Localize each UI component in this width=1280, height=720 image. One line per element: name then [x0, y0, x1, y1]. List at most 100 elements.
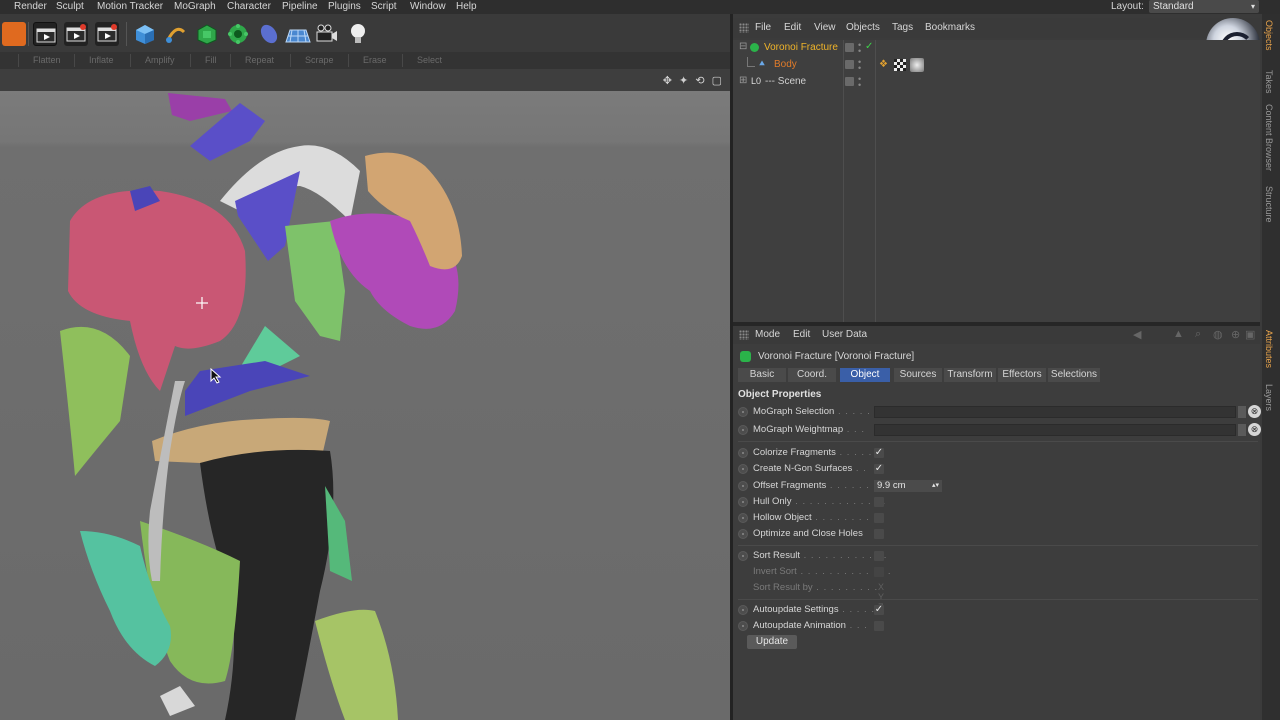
animate-radio-icon[interactable]	[738, 529, 748, 539]
render-picture-viewer-icon[interactable]	[64, 22, 88, 46]
update-button[interactable]: Update	[747, 635, 797, 649]
layer-icon[interactable]	[845, 77, 854, 86]
tab-object[interactable]: Object	[840, 368, 890, 382]
colorize-fragments-checkbox[interactable]: ✓	[874, 448, 884, 458]
animate-radio-icon[interactable]	[738, 464, 748, 474]
object-name[interactable]: Voronoi Fracture	[764, 42, 838, 53]
tab-selections[interactable]: Selections	[1048, 368, 1100, 382]
link-arrow-button[interactable]	[1238, 424, 1246, 436]
collapse-icon[interactable]: ⊟	[739, 41, 747, 52]
deformer-icon[interactable]	[257, 22, 281, 46]
mograph-selection-field[interactable]	[874, 406, 1236, 418]
render-view-icon[interactable]	[33, 22, 57, 46]
animate-radio-icon[interactable]	[738, 407, 748, 417]
animate-radio-icon[interactable]	[738, 605, 748, 615]
create-ngon-surfaces-checkbox[interactable]: ✓	[874, 464, 884, 474]
brush-amplify[interactable]: Amplify	[130, 54, 175, 67]
nav-up-icon[interactable]: ▲	[1173, 328, 1184, 340]
3d-viewport[interactable]	[0, 91, 730, 720]
brush-flatten[interactable]: Flatten	[18, 54, 61, 67]
offset-fragments-input[interactable]: 9.9 cm ▴▾	[874, 480, 942, 492]
tab-objects[interactable]: Objects	[1264, 20, 1274, 51]
object-row-voronoi-fracture[interactable]: ⊟ Voronoi Fracture • • ✓	[733, 40, 1260, 57]
brush-inflate[interactable]: Inflate	[74, 54, 114, 67]
tab-effectors[interactable]: Effectors	[998, 368, 1046, 382]
object-name[interactable]: --- Scene	[765, 76, 806, 87]
animate-radio-icon[interactable]	[738, 513, 748, 523]
animate-radio-icon[interactable]	[738, 481, 748, 491]
render-settings-icon[interactable]	[95, 22, 119, 46]
menu-tags[interactable]: Tags	[892, 22, 913, 33]
brush-erase[interactable]: Erase	[348, 54, 387, 67]
tab-content-browser[interactable]: Content Browser	[1264, 104, 1274, 171]
cube-icon[interactable]	[133, 22, 157, 46]
layout-select[interactable]: Standard ▾	[1149, 0, 1259, 13]
subdivision-icon[interactable]	[195, 22, 219, 46]
tab-attributes[interactable]: Attributes	[1264, 330, 1274, 368]
invert-sort-checkbox[interactable]	[874, 567, 884, 577]
visibility-dots-icon[interactable]: • •	[858, 58, 861, 73]
menu-plugins[interactable]: Plugins	[328, 1, 361, 12]
brush-repeat[interactable]: Repeat	[230, 54, 274, 67]
tab-transform[interactable]: Transform	[944, 368, 996, 382]
animate-radio-icon[interactable]	[738, 621, 748, 631]
layer-icon[interactable]	[845, 43, 854, 52]
menu-view[interactable]: View	[814, 22, 836, 33]
tab-sources[interactable]: Sources	[894, 368, 942, 382]
link-arrow-button[interactable]	[1238, 406, 1246, 418]
object-name[interactable]: Body	[774, 59, 797, 70]
floor-icon[interactable]	[284, 22, 312, 46]
pick-object-icon[interactable]: ⊗	[1248, 405, 1261, 418]
brush-fill[interactable]: Fill	[190, 54, 217, 67]
tab-coord[interactable]: Coord.	[788, 368, 836, 382]
lock-icon[interactable]: ◍	[1213, 328, 1223, 341]
menu-sculpt[interactable]: Sculpt	[56, 1, 84, 12]
tab-basic[interactable]: Basic	[738, 368, 786, 382]
light-icon[interactable]	[346, 22, 370, 46]
hull-only-checkbox[interactable]	[874, 497, 884, 507]
cloner-icon[interactable]	[226, 22, 250, 46]
tab-structure[interactable]: Structure	[1264, 186, 1274, 223]
tab-layers[interactable]: Layers	[1264, 384, 1274, 411]
menu-file[interactable]: File	[755, 22, 771, 33]
viewport-nav-icons[interactable]: ✥ ✦ ⟲ ▢	[663, 74, 724, 87]
menu-objects[interactable]: Objects	[846, 22, 880, 33]
menu-pipeline[interactable]: Pipeline	[282, 1, 318, 12]
animate-radio-icon[interactable]	[738, 551, 748, 561]
object-row-scene[interactable]: ⊞ L0 --- Scene • •	[733, 74, 1260, 91]
animate-radio-icon[interactable]	[738, 448, 748, 458]
brush-select[interactable]: Select	[402, 54, 442, 67]
menu-motion-tracker[interactable]: Motion Tracker	[97, 1, 163, 12]
object-row-body[interactable]: ⯅ Body • • ❖	[733, 57, 1260, 74]
nav-back-icon[interactable]: ◀	[1133, 328, 1141, 341]
layer-icon[interactable]	[845, 60, 854, 69]
autoupdate-settings-checkbox[interactable]: ✓	[874, 605, 884, 615]
menu-character[interactable]: Character	[227, 1, 271, 12]
material-tag-icon[interactable]	[910, 58, 924, 72]
render-region-icon[interactable]	[2, 22, 26, 46]
spinner-icon[interactable]: ▴▾	[932, 480, 939, 492]
menu-mograph[interactable]: MoGraph	[174, 1, 216, 12]
sort-result-checkbox[interactable]	[874, 551, 884, 561]
menu-edit[interactable]: Edit	[784, 22, 801, 33]
brush-scrape[interactable]: Scrape	[290, 54, 334, 67]
animate-radio-icon[interactable]	[738, 497, 748, 507]
camera-icon[interactable]	[315, 22, 339, 46]
expand-icon[interactable]: ⊞	[739, 75, 747, 86]
tab-takes[interactable]: Takes	[1264, 70, 1274, 94]
optimize-close-holes-checkbox[interactable]	[874, 529, 884, 539]
menu-edit[interactable]: Edit	[793, 329, 810, 340]
grip-icon[interactable]	[739, 23, 749, 33]
visibility-dots-icon[interactable]: • •	[858, 75, 861, 90]
menu-window[interactable]: Window	[410, 1, 446, 12]
pen-spline-icon[interactable]	[164, 22, 188, 46]
menu-render[interactable]: Render	[14, 1, 47, 12]
hollow-object-checkbox[interactable]	[874, 513, 884, 523]
autoupdate-animation-checkbox[interactable]	[874, 621, 884, 631]
grip-icon[interactable]	[739, 330, 749, 340]
pick-object-icon[interactable]: ⊗	[1248, 423, 1261, 436]
mograph-weightmap-field[interactable]	[874, 424, 1236, 436]
animate-radio-icon[interactable]	[738, 425, 748, 435]
new-panel-icon[interactable]: ⊕	[1231, 328, 1240, 341]
search-icon[interactable]: ⌕	[1195, 328, 1201, 341]
